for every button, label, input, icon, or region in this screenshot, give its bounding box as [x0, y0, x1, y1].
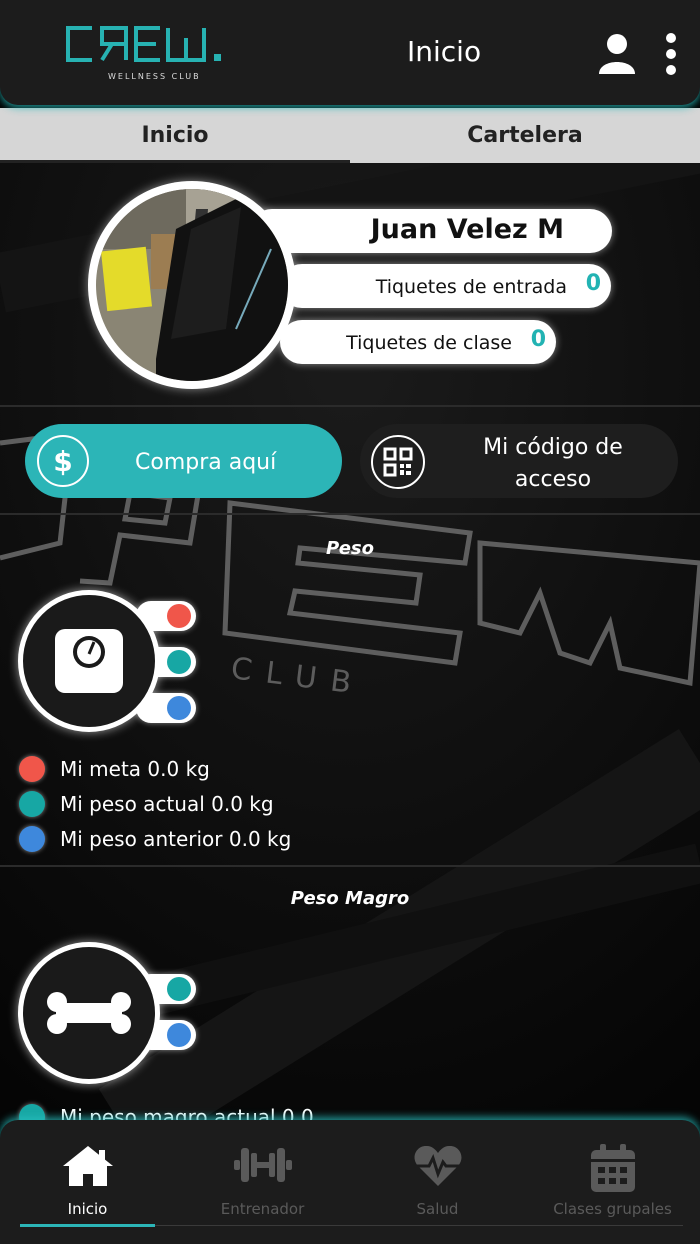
profile-name: Juan Velez M: [370, 214, 564, 245]
bone-icon: [47, 992, 131, 1034]
lean-weight-circle[interactable]: [18, 942, 160, 1084]
dumbbell-icon: [233, 1148, 292, 1182]
top-tabs: Inicio Cartelera: [0, 108, 700, 163]
class-tickets-count: 0: [530, 327, 546, 352]
previous-dot: [167, 696, 191, 720]
dollar-icon: $: [37, 435, 89, 487]
class-tickets-pill: Tiquetes de clase 0: [280, 320, 556, 364]
entry-tickets-count: 0: [585, 271, 601, 296]
legend-text: Mi peso anterior 0.0 kg: [60, 827, 292, 851]
tab-inicio[interactable]: Inicio: [0, 108, 350, 163]
page-title: Inicio: [407, 35, 482, 68]
divider: [0, 513, 700, 515]
legend-text: Mi meta 0.0 kg: [60, 757, 210, 781]
more-options-icon[interactable]: [665, 32, 677, 76]
nav-label: Salud: [416, 1200, 459, 1218]
tab-cartelera[interactable]: Cartelera: [350, 108, 700, 163]
goal-dot: [167, 604, 191, 628]
nav-label: Entrenador: [220, 1200, 305, 1218]
current-dot: [167, 650, 191, 674]
lean-previous-dot: [167, 1023, 191, 1047]
home-icon: [62, 1146, 113, 1186]
profile-name-pill: Juan Velez M: [250, 209, 612, 253]
app-header: WELLNESS CLUB Inicio: [0, 0, 700, 105]
lean-weight-section-title: Peso Magro: [290, 888, 410, 909]
weight-section-title: Peso: [326, 538, 374, 559]
legend-current: Mi peso actual 0.0 kg: [19, 789, 274, 819]
legend-goal: Mi meta 0.0 kg: [19, 754, 210, 784]
logo-tagline: WELLNESS CLUB: [108, 72, 201, 81]
legend-dot: [19, 791, 45, 817]
calendar-icon: [590, 1144, 635, 1192]
divider: [0, 405, 700, 407]
entry-tickets-pill: Tiquetes de entrada 0: [280, 264, 611, 308]
weight-circle[interactable]: [18, 590, 160, 732]
active-nav-indicator: [20, 1224, 155, 1227]
entry-tickets-label: Tiquetes de entrada: [375, 276, 567, 298]
legend-dot: [19, 826, 45, 852]
heart-pulse-icon: [414, 1145, 461, 1186]
nav-label: Inicio: [67, 1200, 108, 1218]
user-profile-icon[interactable]: [597, 32, 637, 74]
nav-track-line: [155, 1225, 683, 1226]
buy-button-label: Compra aquí: [135, 450, 277, 475]
scale-icon: [55, 629, 123, 693]
class-tickets-label: Tiquetes de clase: [346, 332, 512, 354]
bottom-navigation: Inicio Entrenador Salud Clases grupales: [0, 1120, 700, 1244]
qr-code-icon: [371, 435, 425, 489]
lean-current-dot: [167, 977, 191, 1001]
legend-text: Mi peso actual 0.0 kg: [60, 792, 274, 816]
nav-label: Clases grupales: [553, 1200, 672, 1218]
divider: [0, 865, 700, 867]
access-code-button[interactable]: Mi código de acceso: [360, 424, 678, 498]
avatar-photo: [96, 189, 288, 381]
avatar[interactable]: [88, 181, 296, 389]
buy-button[interactable]: $ Compra aquí: [25, 424, 342, 498]
legend-previous: Mi peso anterior 0.0 kg: [19, 824, 291, 854]
access-code-label: Mi código de acceso: [483, 435, 623, 492]
legend-dot: [19, 756, 45, 782]
